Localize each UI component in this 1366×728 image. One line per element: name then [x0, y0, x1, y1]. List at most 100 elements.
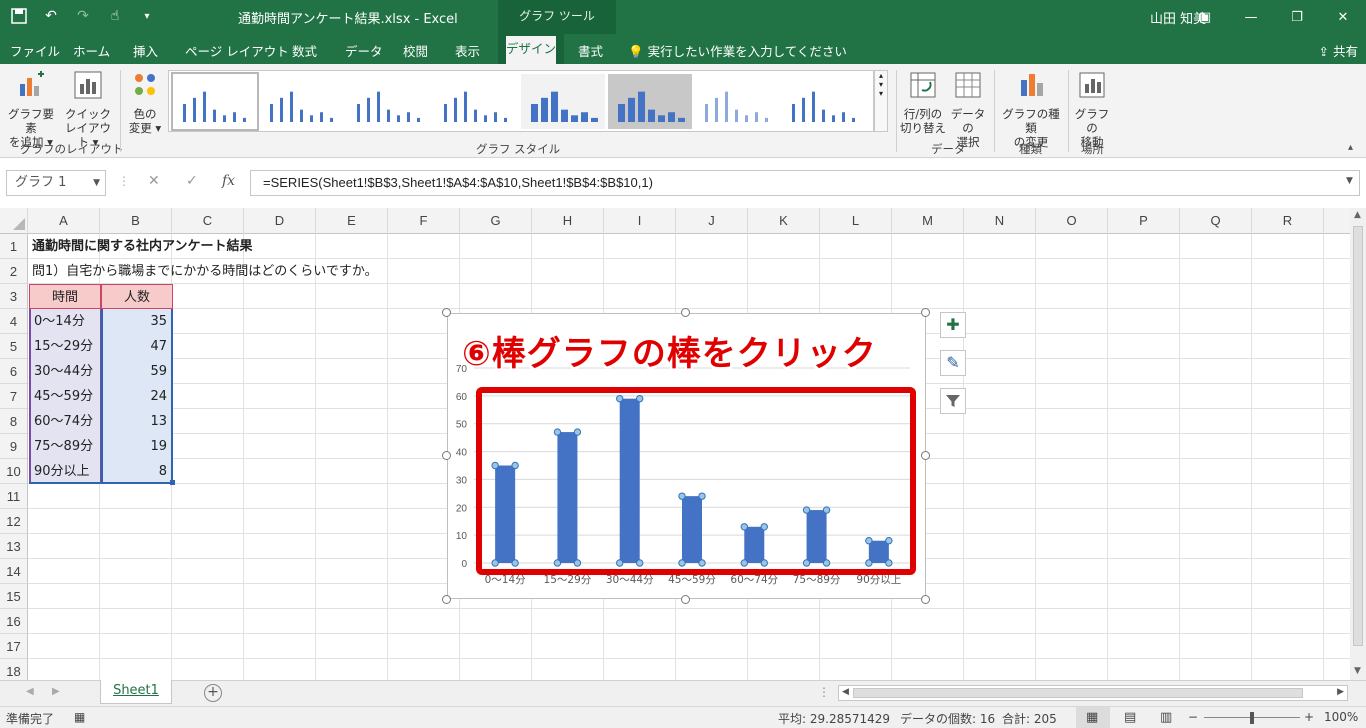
column-header[interactable]: O: [1036, 208, 1108, 234]
row-header[interactable]: 9: [0, 434, 28, 459]
row-header[interactable]: 18: [0, 659, 28, 680]
bar-chart[interactable]: 0 10 20 30 40 50 60 70 0～14分 15～29分 30～44分 45～59分 60…: [447, 313, 926, 599]
row-header[interactable]: 7: [0, 384, 28, 409]
count-cell[interactable]: 13: [101, 409, 173, 434]
enter-icon[interactable]: ✓: [186, 173, 198, 189]
chart-style-thumbnail[interactable]: [347, 74, 431, 129]
cell-a1-title[interactable]: 通勤時間に関する社内アンケート結果: [29, 234, 255, 259]
minimize-button[interactable]: —: [1228, 0, 1274, 34]
time-cell[interactable]: 0～14分: [29, 309, 101, 334]
column-header[interactable]: F: [388, 208, 460, 234]
name-box[interactable]: グラフ 1 ▼: [6, 170, 106, 196]
resize-handle[interactable]: [921, 308, 930, 317]
column-header[interactable]: H: [532, 208, 604, 234]
quick-layout-button[interactable]: クイック レイアウト ▾: [60, 70, 116, 149]
tab-splitter-icon[interactable]: ⋮: [818, 685, 830, 699]
column-header[interactable]: M: [892, 208, 964, 234]
tab-format[interactable]: 書式: [578, 41, 603, 60]
zoom-in-icon[interactable]: +: [1304, 710, 1314, 724]
column-header[interactable]: J: [676, 208, 748, 234]
switch-row-column-button[interactable]: 行/列の 切り替え: [900, 70, 946, 135]
move-chart-button[interactable]: グラフの 移動: [1072, 70, 1112, 149]
header-time[interactable]: 時間: [29, 284, 101, 309]
row-header[interactable]: 1: [0, 234, 28, 259]
scroll-down-icon[interactable]: ▼: [1354, 666, 1361, 676]
resize-handle[interactable]: [921, 595, 930, 604]
chart-style-thumbnail[interactable]: [695, 74, 779, 129]
time-cell[interactable]: 75～89分: [29, 434, 101, 459]
column-header[interactable]: P: [1108, 208, 1180, 234]
column-header[interactable]: D: [244, 208, 316, 234]
column-header[interactable]: N: [964, 208, 1036, 234]
column-header[interactable]: L: [820, 208, 892, 234]
formula-input[interactable]: =SERIES(Sheet1!$B$3,Sheet1!$A$4:$A$10,Sh…: [250, 170, 1360, 196]
row-header[interactable]: 16: [0, 609, 28, 634]
time-cell[interactable]: 15～29分: [29, 334, 101, 359]
column-header[interactable]: B: [100, 208, 172, 234]
close-button[interactable]: ✕: [1320, 0, 1366, 34]
vertical-scrollbar[interactable]: ▲ ▼: [1350, 208, 1366, 680]
row-header[interactable]: 17: [0, 634, 28, 659]
name-box-dropdown-icon[interactable]: ▼: [93, 171, 100, 195]
touch-mode-icon[interactable]: ☝: [106, 7, 124, 25]
column-header[interactable]: K: [748, 208, 820, 234]
row-header[interactable]: 12: [0, 509, 28, 534]
select-all-corner[interactable]: [0, 208, 28, 234]
column-header[interactable]: Q: [1180, 208, 1252, 234]
row-header[interactable]: 8: [0, 409, 28, 434]
time-cell[interactable]: 60～74分: [29, 409, 101, 434]
chart-styles-gallery[interactable]: [168, 70, 874, 132]
page-break-view-icon[interactable]: ▥: [1160, 710, 1172, 725]
row-header[interactable]: 15: [0, 584, 28, 609]
tab-view[interactable]: 表示: [455, 41, 480, 60]
tab-home[interactable]: ホーム: [73, 41, 110, 60]
chart-style-thumbnail[interactable]: [434, 74, 518, 129]
column-header[interactable]: I: [604, 208, 676, 234]
row-header[interactable]: 5: [0, 334, 28, 359]
chart-style-thumbnail[interactable]: [608, 74, 692, 129]
tab-review[interactable]: 校閲: [403, 41, 428, 60]
tab-insert[interactable]: 挿入: [133, 41, 158, 60]
time-cell[interactable]: 90分以上: [29, 459, 101, 484]
tab-page-layout[interactable]: ページ レイアウト: [185, 41, 289, 60]
scroll-left-icon[interactable]: ◀: [842, 687, 849, 697]
page-layout-view-icon[interactable]: ▤: [1124, 710, 1136, 725]
next-sheet-icon[interactable]: ▶: [52, 686, 60, 697]
scroll-right-icon[interactable]: ▶: [1337, 687, 1344, 697]
resize-handle[interactable]: [442, 595, 451, 604]
row-header[interactable]: 11: [0, 484, 28, 509]
chart-style-thumbnail[interactable]: [260, 74, 344, 129]
redo-icon[interactable]: ↷: [74, 7, 92, 25]
add-chart-element-button[interactable]: グラフ要素 を追加 ▾: [4, 70, 58, 149]
column-header[interactable]: A: [28, 208, 100, 234]
chart-style-thumbnail[interactable]: [171, 72, 259, 131]
share-button[interactable]: ⇪ 共有: [1319, 41, 1358, 60]
select-data-button[interactable]: データの 選択: [946, 70, 990, 149]
cancel-icon[interactable]: ✕: [148, 173, 160, 189]
count-cell[interactable]: 59: [101, 359, 173, 384]
range-handle[interactable]: [170, 480, 175, 485]
chart-elements-button[interactable]: ✚: [940, 312, 966, 338]
zoom-slider-thumb[interactable]: [1250, 712, 1254, 724]
column-header[interactable]: R: [1252, 208, 1324, 234]
time-cell[interactable]: 30～44分: [29, 359, 101, 384]
chart-styles-button[interactable]: ✎: [940, 350, 966, 376]
insert-function-icon[interactable]: fx: [222, 173, 235, 189]
time-cell[interactable]: 45～59分: [29, 384, 101, 409]
count-cell[interactable]: 8: [101, 459, 173, 484]
row-header[interactable]: 13: [0, 534, 28, 559]
cell-a2-question[interactable]: 問1）自宅から職場までにかかる時間はどのくらいですか。: [29, 259, 381, 284]
tab-data[interactable]: データ: [345, 41, 383, 60]
row-header[interactable]: 14: [0, 559, 28, 584]
chart-style-thumbnail[interactable]: [782, 74, 866, 129]
column-header[interactable]: G: [460, 208, 532, 234]
horizontal-scroll-thumb[interactable]: [853, 688, 1303, 698]
tell-me-search[interactable]: 💡 実行したい作業を入力してください: [628, 41, 847, 60]
header-count[interactable]: 人数: [101, 284, 173, 309]
count-cell[interactable]: 47: [101, 334, 173, 359]
count-cell[interactable]: 19: [101, 434, 173, 459]
save-icon[interactable]: [10, 7, 28, 25]
add-sheet-icon[interactable]: +: [204, 684, 222, 702]
tab-formulas[interactable]: 数式: [292, 41, 317, 60]
column-header[interactable]: E: [316, 208, 388, 234]
